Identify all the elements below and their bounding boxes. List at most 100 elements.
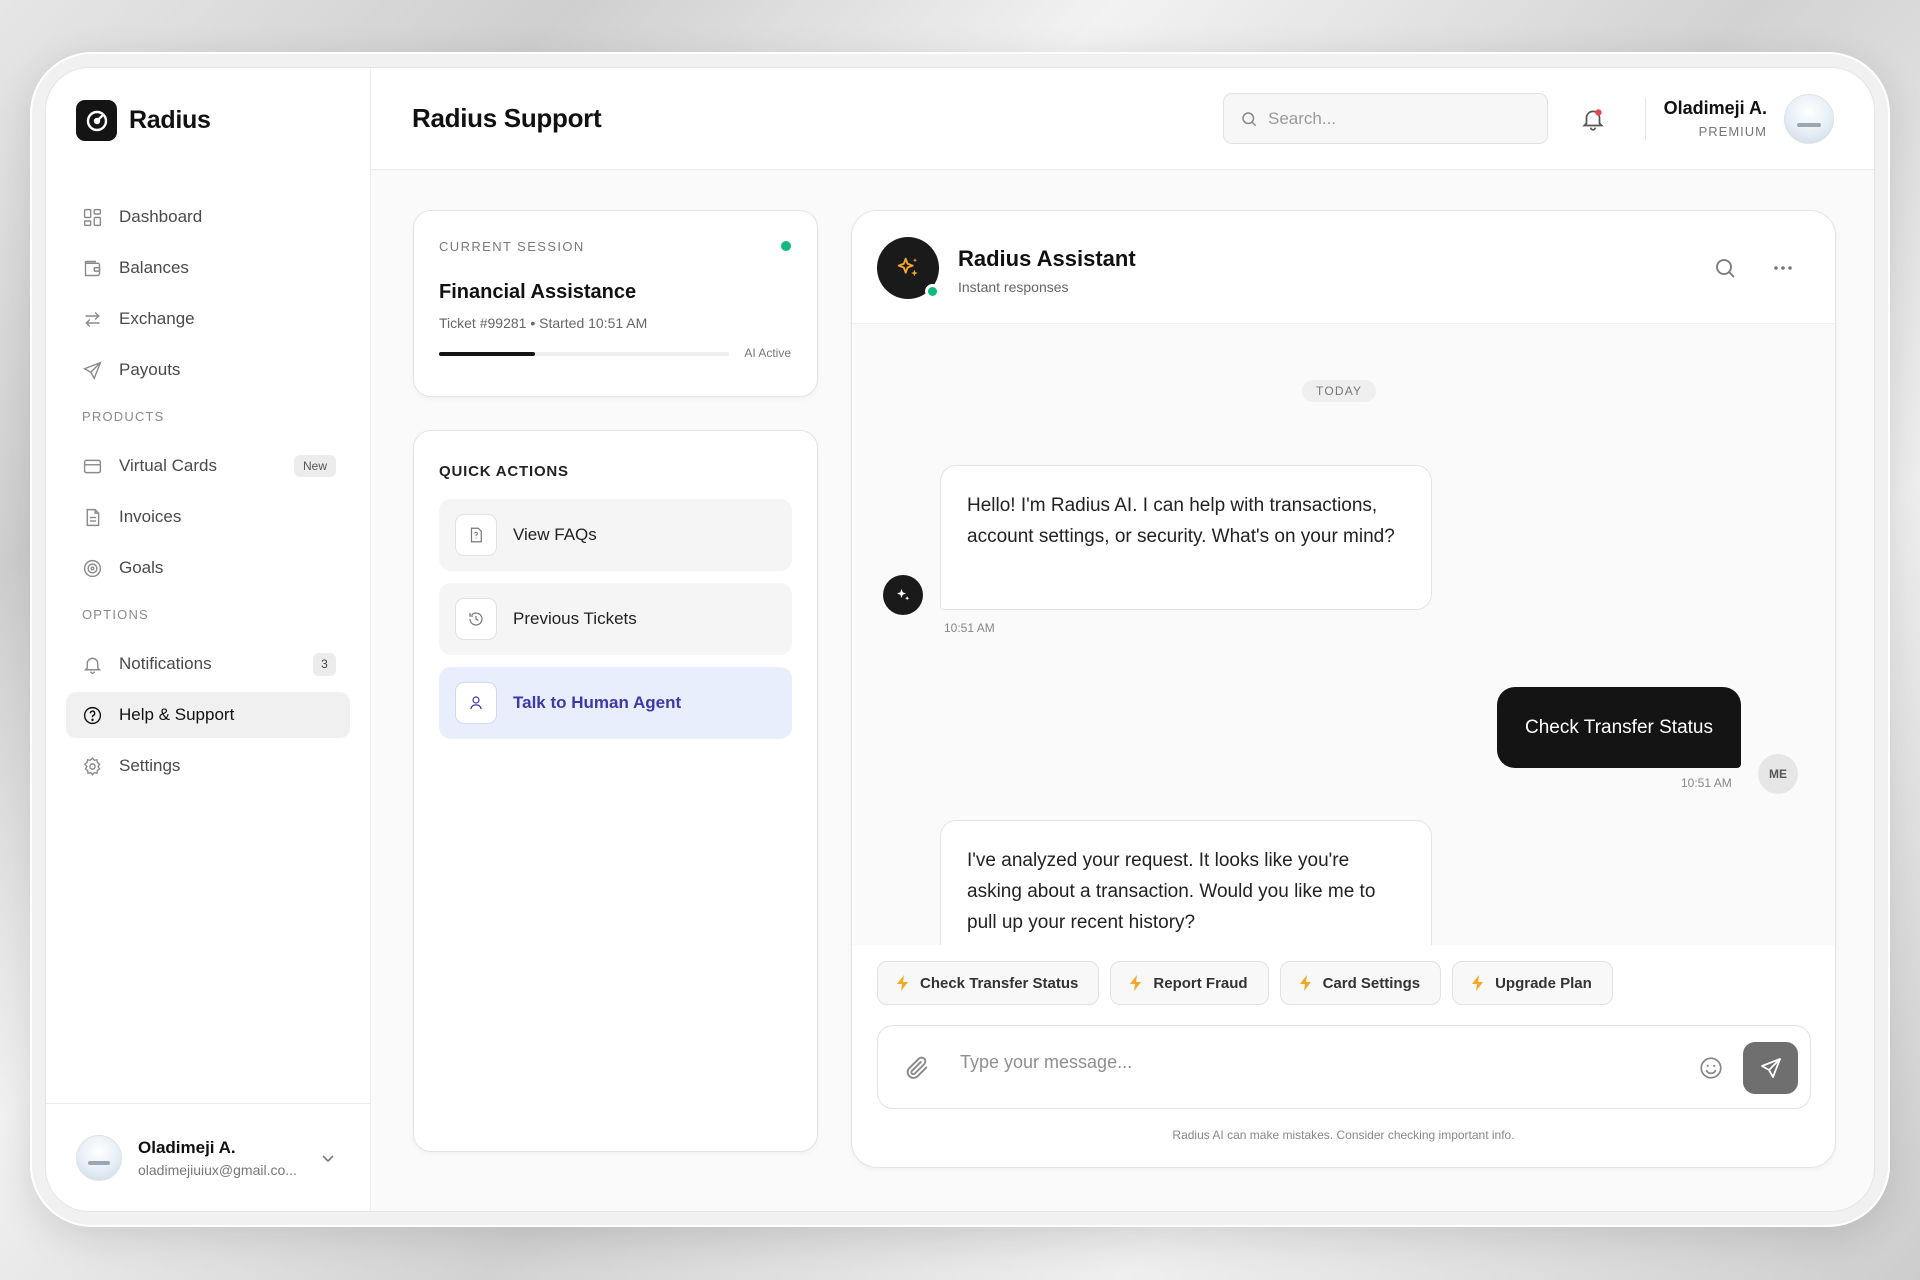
suggestion-chip-label: Upgrade Plan: [1495, 974, 1592, 992]
sidebar-item-settings[interactable]: Settings: [66, 743, 350, 789]
sparkles-icon: [897, 589, 910, 601]
sidebar-user-email: oladimejiuiux@gmail.co...: [138, 1161, 297, 1178]
sidebar-item-label: Help & Support: [119, 705, 235, 724]
sidebar-item-label: Payouts: [119, 360, 181, 379]
more-options-icon[interactable]: [1771, 256, 1795, 280]
sparkles-icon: [897, 257, 918, 277]
header-divider: [1645, 98, 1646, 140]
lightning-icon: [1130, 975, 1142, 991]
header-user-tier: PREMIUM: [1698, 124, 1767, 139]
bot-message: I've analyzed your request. It looks lik…: [940, 820, 1432, 945]
document-icon: [86, 508, 100, 526]
suggestion-chips: Check Transfer Status Report Fraud Card …: [877, 961, 1613, 1005]
sidebar-item-virtual-cards[interactable]: Virtual Cards New: [66, 443, 350, 489]
history-icon: [455, 598, 497, 640]
search-icon: [1242, 111, 1257, 126]
current-session-card: CURRENT SESSION Financial Assistance Tic…: [413, 210, 818, 397]
suggestion-chip[interactable]: Card Settings: [1279, 961, 1442, 1005]
main-nav: Dashboard Balances Exchange Payouts PROD…: [66, 194, 350, 794]
bell-icon: [1582, 109, 1604, 131]
card-icon: [83, 459, 102, 473]
avatar: [76, 1134, 122, 1181]
message-composer: [877, 1025, 1811, 1109]
session-progress-fill: [439, 352, 535, 356]
brand-name: Radius: [129, 106, 211, 134]
avatar[interactable]: [1784, 94, 1834, 144]
sidebar-item-dashboard[interactable]: Dashboard: [66, 194, 350, 240]
products-heading: PRODUCTS: [82, 409, 165, 424]
lightning-icon: [1299, 975, 1311, 991]
brand[interactable]: Radius: [76, 100, 211, 141]
sidebar-item-label: Exchange: [119, 309, 195, 328]
notifications-button[interactable]: [1580, 106, 1606, 137]
sidebar-item-label: Settings: [119, 756, 181, 775]
suggestion-chip[interactable]: Upgrade Plan: [1452, 961, 1613, 1005]
suggestion-chip[interactable]: Report Fraud: [1110, 961, 1269, 1005]
gear-icon: [83, 756, 101, 776]
emoji-icon[interactable]: [1698, 1055, 1724, 1081]
radius-logo-icon: [76, 100, 117, 141]
send-icon: [83, 360, 102, 380]
session-title: Financial Assistance: [439, 281, 637, 303]
sidebar-item-payouts[interactable]: Payouts: [66, 347, 350, 393]
online-indicator: [925, 284, 940, 299]
send-button[interactable]: [1743, 1042, 1798, 1094]
session-status: AI Active: [744, 346, 791, 360]
bell-icon: [83, 657, 102, 674]
quick-action-label: View FAQs: [513, 525, 597, 544]
target-icon: [83, 559, 102, 577]
quick-action-label: Previous Tickets: [513, 609, 637, 628]
sidebar-item-label: Virtual Cards: [119, 456, 217, 475]
sidebar-item-exchange[interactable]: Exchange: [66, 296, 350, 342]
chat-panel: Radius Assistant Instant responses TODAY…: [851, 210, 1836, 1168]
sidebar-item-invoices[interactable]: Invoices: [66, 494, 350, 540]
sidebar-item-label: Goals: [119, 558, 164, 577]
options-heading: OPTIONS: [82, 607, 149, 622]
send-icon: [1760, 1058, 1781, 1078]
chevron-down-icon[interactable]: [320, 1150, 336, 1166]
search-icon[interactable]: [1713, 256, 1737, 280]
sidebar-item-label: Notifications: [119, 654, 212, 673]
suggestion-chip-label: Card Settings: [1322, 974, 1421, 992]
sidebar-item-label: Balances: [119, 258, 189, 277]
wallet-icon: [84, 260, 101, 276]
suggestion-chip[interactable]: Check Transfer Status: [877, 961, 1100, 1005]
assistant-name: Radius Assistant: [958, 246, 1136, 271]
help-circle-icon: [83, 706, 102, 724]
session-label: CURRENT SESSION: [439, 239, 585, 254]
notification-count-badge: 3: [313, 652, 336, 676]
sidebar-item-balances[interactable]: Balances: [66, 245, 350, 291]
search-box[interactable]: [1223, 93, 1548, 144]
quick-actions-card: QUICK ACTIONS View FAQs Previous Tickets…: [413, 430, 818, 1152]
view-faqs-button[interactable]: View FAQs: [439, 499, 792, 571]
lightning-icon: [897, 975, 908, 991]
sidebar-item-goals[interactable]: Goals: [66, 545, 350, 591]
sidebar-item-label: Invoices: [119, 507, 182, 526]
header-user-name: Oladimeji A.: [1663, 98, 1767, 118]
sidebar-user-menu[interactable]: Oladimeji A. oladimejiuiux@gmail.co...: [46, 1103, 370, 1211]
message-list[interactable]: TODAY Hello! I'm Radius AI. I can help w…: [852, 324, 1835, 945]
sidebar-item-help-support[interactable]: Help & Support: [66, 692, 350, 738]
session-progress: [439, 352, 729, 356]
search-input[interactable]: [1268, 108, 1528, 129]
app-window: Radius Dashboard Balances Exchange Payou…: [45, 67, 1875, 1212]
paperclip-icon[interactable]: [903, 1054, 931, 1082]
date-divider: TODAY: [1302, 380, 1377, 402]
ai-disclaimer: Radius AI can make mistakes. Consider ch…: [1172, 1128, 1515, 1142]
suggestion-chip-label: Check Transfer Status: [920, 974, 1079, 992]
message-input[interactable]: [960, 1052, 1660, 1073]
sidebar-item-notifications[interactable]: Notifications 3: [66, 641, 350, 687]
quick-action-label: Talk to Human Agent: [513, 693, 682, 712]
talk-to-human-agent-button[interactable]: Talk to Human Agent: [439, 667, 792, 739]
sidebar-item-label: Dashboard: [119, 207, 203, 226]
message-timestamp: 10:51 AM: [944, 621, 995, 635]
lightning-icon: [1472, 975, 1484, 991]
chat-header: Radius Assistant Instant responses: [852, 211, 1835, 324]
sidebar-user-name: Oladimeji A.: [138, 1137, 236, 1157]
previous-tickets-button[interactable]: Previous Tickets: [439, 583, 792, 655]
page-title: Radius Support: [412, 103, 602, 133]
assistant-avatar-small: [883, 575, 923, 615]
session-meta: Ticket #99281 • Started 10:51 AM: [439, 315, 648, 331]
status-dot: [781, 241, 791, 251]
header-user[interactable]: Oladimeji A. PREMIUM: [1664, 98, 1767, 139]
